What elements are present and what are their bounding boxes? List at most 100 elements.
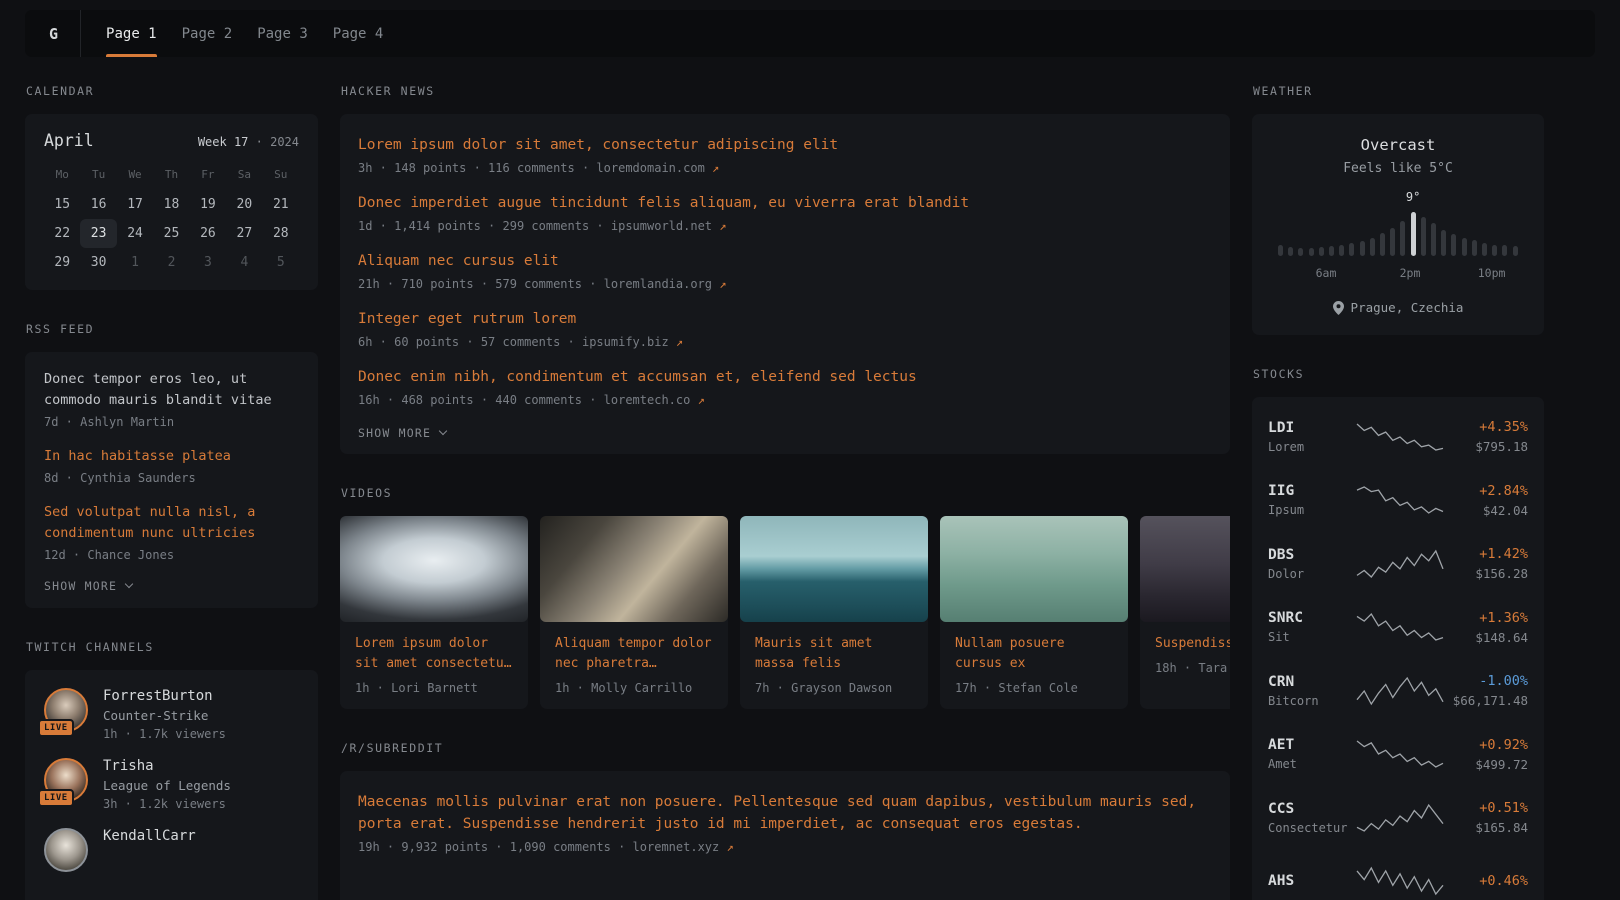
calendar-day[interactable]: 28 xyxy=(263,219,299,248)
twitch-channel[interactable]: LIVETrishaLeague of Legends3h · 1.2k vie… xyxy=(44,758,299,811)
calendar-day[interactable]: 16 xyxy=(80,190,116,219)
twitch-list: LIVEForrestBurtonCounter-Strike1h · 1.7k… xyxy=(44,688,299,872)
video-title[interactable]: Suspendisse diam xyxy=(1155,634,1230,654)
calendar-day[interactable]: 18 xyxy=(153,190,189,219)
stock-name: Sit xyxy=(1268,630,1356,644)
stock-change: +0.92% xyxy=(1444,737,1528,753)
video-card[interactable]: Aliquam tempor dolor nec pharetra…1h · M… xyxy=(540,516,728,709)
calendar-day[interactable]: 26 xyxy=(190,219,226,248)
hn-item-title[interactable]: Integer eget rutrum lorem xyxy=(358,308,1212,330)
video-thumbnail[interactable] xyxy=(740,516,928,622)
hn-item-title[interactable]: Donec enim nibh, condimentum et accumsan… xyxy=(358,366,1212,388)
hn-item-meta: 21h · 710 points · 579 comments · loreml… xyxy=(358,277,1212,291)
hn-item-title[interactable]: Aliquam nec cursus elit xyxy=(358,250,1212,272)
video-thumbnail[interactable] xyxy=(540,516,728,622)
hackernews-show-more-button[interactable]: SHOW MORE xyxy=(358,426,446,440)
tab-page-4[interactable]: Page 4 xyxy=(333,10,384,57)
calendar-day[interactable]: 21 xyxy=(263,190,299,219)
video-card[interactable]: Nullam posuere cursus ex17h · Stefan Col… xyxy=(940,516,1128,709)
bar xyxy=(1482,243,1487,256)
stock-row[interactable]: SNRCSit+1.36%$148.64 xyxy=(1268,596,1528,660)
video-card[interactable]: Lorem ipsum dolor sit amet consectetu…1h… xyxy=(340,516,528,709)
calendar-day[interactable]: 17 xyxy=(117,190,153,219)
weather-condition: Overcast xyxy=(1272,136,1524,154)
tab-page-2[interactable]: Page 2 xyxy=(182,10,233,57)
video-thumbnail[interactable] xyxy=(1140,516,1230,622)
calendar-day[interactable]: 30 xyxy=(80,248,116,277)
weather-bar xyxy=(1513,210,1518,256)
stock-row[interactable]: IIGIpsum+2.84%$42.04 xyxy=(1268,469,1528,533)
calendar-day[interactable]: 15 xyxy=(44,190,80,219)
stock-row[interactable]: LDILorem+4.35%$795.18 xyxy=(1268,405,1528,469)
rss-item-title[interactable]: In hac habitasse platea xyxy=(44,446,299,467)
channel-name[interactable]: ForrestBurton xyxy=(103,688,226,704)
twitch-channel[interactable]: LIVEForrestBurtonCounter-Strike1h · 1.7k… xyxy=(44,688,299,741)
video-card[interactable]: Suspendisse diam 18h · Tara xyxy=(1140,516,1230,709)
video-title[interactable]: Lorem ipsum dolor sit amet consectetu… xyxy=(355,634,513,674)
subreddit-post-title[interactable]: Maecenas mollis pulvinar erat non posuer… xyxy=(358,791,1212,835)
calendar-day[interactable]: 29 xyxy=(44,248,80,277)
video-thumbnail[interactable] xyxy=(340,516,528,622)
calendar-day[interactable]: 1 xyxy=(117,248,153,277)
rss-item-title[interactable]: Donec tempor eros leo, ut commodo mauris… xyxy=(44,369,299,411)
video-thumbnail[interactable] xyxy=(940,516,1128,622)
twitch-channel[interactable]: KendallCarr xyxy=(44,828,299,872)
hn-item-link[interactable]: loremtech.co ↗ xyxy=(604,393,705,407)
stock-sparkline-chart xyxy=(1356,422,1444,452)
stock-symbol: CCS xyxy=(1268,801,1356,817)
hn-item-link[interactable]: ipsumworld.net ↗ xyxy=(611,219,727,233)
calendar-day[interactable]: 19 xyxy=(190,190,226,219)
stock-row[interactable]: AETAmet+0.92%$499.72 xyxy=(1268,723,1528,787)
hn-item-title[interactable]: Lorem ipsum dolor sit amet, consectetur … xyxy=(358,134,1212,156)
stock-row[interactable]: CCSConsectetur+0.51%$165.84 xyxy=(1268,786,1528,850)
weather-time-label: 2pm xyxy=(1400,266,1421,280)
rss-show-more-button[interactable]: SHOW MORE xyxy=(44,579,132,593)
channel-info: KendallCarr xyxy=(103,828,196,844)
tab-page-1[interactable]: Page 1 xyxy=(106,10,157,57)
avatar xyxy=(44,828,88,872)
stock-row[interactable]: DBSDolor+1.42%$156.28 xyxy=(1268,532,1528,596)
calendar-day[interactable]: 5 xyxy=(263,248,299,277)
stock-values: -1.00%$66,171.48 xyxy=(1444,673,1528,708)
subreddit-post-link[interactable]: loremnet.xyz ↗ xyxy=(633,840,734,854)
rss-item-title[interactable]: Sed volutpat nulla nisl, a condimentum n… xyxy=(44,502,299,544)
channel-game: League of Legends xyxy=(103,778,231,793)
live-badge: LIVE xyxy=(38,719,74,737)
bar xyxy=(1288,247,1293,256)
weather-bar xyxy=(1298,210,1303,256)
calendar-day[interactable]: 20 xyxy=(226,190,262,219)
channel-name[interactable]: KendallCarr xyxy=(103,828,196,844)
stock-change: +0.46% xyxy=(1444,873,1528,889)
hn-item-link[interactable]: loremdomain.com ↗ xyxy=(596,161,719,175)
calendar-day[interactable]: 24 xyxy=(117,219,153,248)
video-title[interactable]: Mauris sit amet massa felis xyxy=(755,634,913,674)
calendar-day[interactable]: 4 xyxy=(226,248,262,277)
video-title[interactable]: Nullam posuere cursus ex xyxy=(955,634,1113,674)
stock-row[interactable]: CRNBitcorn-1.00%$66,171.48 xyxy=(1268,659,1528,723)
stock-row[interactable]: AHS+0.46% xyxy=(1268,850,1528,900)
stock-price: $66,171.48 xyxy=(1444,693,1528,708)
stock-name: Dolor xyxy=(1268,567,1356,581)
hn-item-title[interactable]: Donec imperdiet augue tincidunt felis al… xyxy=(358,192,1212,214)
hn-item-link[interactable]: loremlandia.org ↗ xyxy=(604,277,727,291)
calendar-day-selected[interactable]: 23 xyxy=(80,219,116,248)
bar xyxy=(1349,243,1354,256)
weather-bar xyxy=(1319,210,1324,256)
weather-bar xyxy=(1288,210,1293,256)
weather-bar xyxy=(1502,210,1507,256)
weather-feels-like: Feels like 5°C xyxy=(1272,161,1524,176)
calendar-day[interactable]: 27 xyxy=(226,219,262,248)
calendar-day[interactable]: 2 xyxy=(153,248,189,277)
video-card[interactable]: Mauris sit amet massa felis7h · Grayson … xyxy=(740,516,928,709)
calendar-day[interactable]: 3 xyxy=(190,248,226,277)
weather-time-label: 6am xyxy=(1316,266,1337,280)
stock-change: +1.42% xyxy=(1444,546,1528,562)
tab-page-3[interactable]: Page 3 xyxy=(257,10,308,57)
hn-item-link[interactable]: ipsumify.biz ↗ xyxy=(582,335,683,349)
calendar-day[interactable]: 22 xyxy=(44,219,80,248)
calendar-day[interactable]: 25 xyxy=(153,219,189,248)
bar xyxy=(1319,247,1324,256)
video-title[interactable]: Aliquam tempor dolor nec pharetra… xyxy=(555,634,713,674)
channel-name[interactable]: Trisha xyxy=(103,758,231,774)
video-meta: 18h · Tara xyxy=(1155,661,1230,675)
